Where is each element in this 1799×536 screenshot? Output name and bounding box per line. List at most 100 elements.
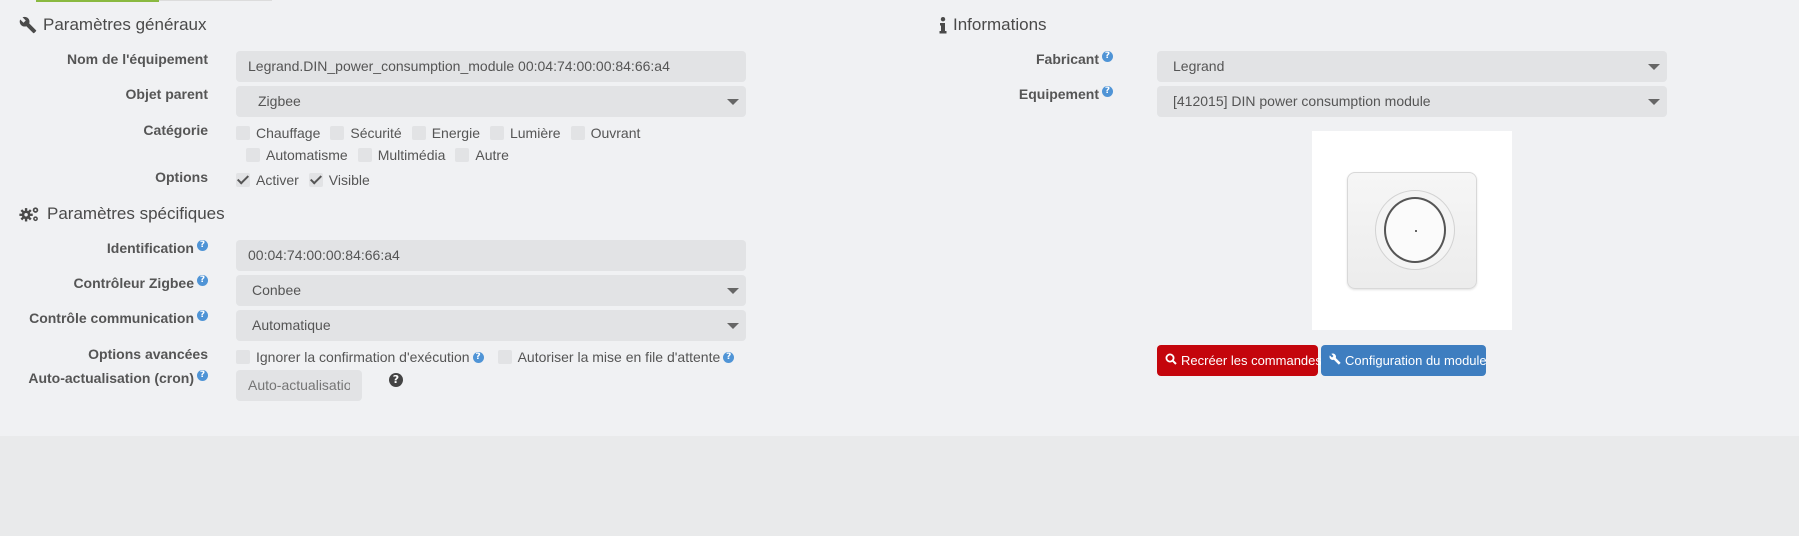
communication-control-label: Contrôle communication? [29,310,208,326]
category-checkbox-autre[interactable]: Autre [455,147,509,163]
recreate-commands-label: Recréer les commandes [1181,353,1322,368]
chevron-down-icon [1648,64,1660,70]
checkbox-box[interactable] [411,126,426,140]
checkbox-box[interactable] [455,148,470,162]
chevron-down-icon [727,323,739,329]
parent-object-select[interactable]: Zigbee [236,86,746,117]
cron-input[interactable] [236,370,362,401]
checkbox-box[interactable] [497,350,512,364]
identification-label: Identification? [107,240,208,256]
equipment-select[interactable]: [412015] DIN power consumption module [1157,86,1667,117]
checkbox-box[interactable] [570,126,585,140]
question-circle-icon[interactable]: ? [389,373,403,387]
category-row-1: Chauffage Sécurité Energie Lumière Ouvra… [236,125,650,141]
cron-label: Auto-actualisation (cron)? [28,370,208,386]
category-checkbox-multimedia[interactable]: Multimédia [357,147,445,163]
category-option-label: Energie [431,125,480,141]
question-circle-icon[interactable]: ? [1102,51,1113,63]
equipment-name-label: Nom de l'équipement [66,51,208,67]
parent-object-value: Zigbee [258,93,301,109]
question-circle-icon[interactable]: ? [1102,86,1113,98]
options-row: Activer Visible [236,172,380,188]
search-icon [1165,353,1177,368]
info-section-title: Informations [939,15,1047,35]
device-image [1312,131,1512,330]
specific-section-label: Paramètres spécifiques [47,204,225,223]
communication-control-value: Automatique [252,317,331,333]
category-checkbox-lumiere[interactable]: Lumière [489,125,561,141]
info-icon [939,16,947,34]
identification-input[interactable]: 00:04:74:00:00:84:66:a4 [236,240,746,271]
category-checkbox-chauffage[interactable]: Chauffage [236,125,320,141]
device-led [1415,230,1417,232]
question-circle-icon[interactable]: ? [197,310,208,322]
communication-control-select[interactable]: Automatique [236,310,746,341]
active-tab-indicator [36,0,159,2]
manufacturer-select[interactable]: Legrand [1157,51,1667,82]
module-config-button[interactable]: Configuration du module [1321,345,1487,376]
advanced-option-label: Ignorer la confirmation d'exécution [256,349,470,365]
question-circle-icon[interactable]: ? [197,275,208,287]
advanced-options-label: Options avancées [88,346,208,362]
device-button [1384,197,1446,263]
category-option-label: Lumière [509,125,561,141]
category-option-label: Autre [475,147,509,163]
cron-label-text: Auto-actualisation (cron) [28,370,194,386]
checkbox-box[interactable] [246,148,260,162]
checkbox-box[interactable] [489,126,504,140]
checkbox-box[interactable] [308,173,323,187]
zigbee-controller-select[interactable]: Conbee [236,275,746,306]
checkbox-box[interactable] [236,173,250,187]
chevron-down-icon [727,288,739,294]
category-option-label: Ouvrant [590,125,641,141]
equipment-label-text: Equipement [1018,86,1099,102]
zigbee-controller-label: Contrôleur Zigbee? [73,275,208,291]
general-section-title: Paramètres généraux [19,15,206,35]
gears-icon [19,205,41,223]
category-row-2: Automatisme Multimédia Autre [246,147,519,163]
wrench-icon [19,16,37,34]
general-section-label: Paramètres généraux [43,15,207,34]
options-label: Options [155,169,208,185]
option-checkbox-activer[interactable]: Activer [236,172,299,188]
question-circle-icon[interactable]: ? [197,240,208,252]
device-plate [1347,172,1477,289]
parent-object-label: Objet parent [125,86,208,102]
chevron-down-icon [727,99,739,105]
equipment-name-input[interactable]: Legrand.DIN_power_consumption_module 00:… [236,51,746,82]
manufacturer-label-text: Fabricant [1035,51,1099,67]
allow-queue-checkbox[interactable]: Autoriser la mise en file d'attente? [497,349,735,365]
equipment-label: Equipement? [1019,86,1113,102]
manufacturer-label: Fabricant? [1036,51,1113,67]
recreate-commands-button[interactable]: Recréer les commandes [1157,345,1322,376]
equipment-value: [412015] DIN power consumption module [1173,93,1431,109]
zigbee-controller-value: Conbee [252,282,302,298]
advanced-option-label: Autoriser la mise en file d'attente [517,349,721,365]
zigbee-controller-label-text: Contrôleur Zigbee [73,275,194,291]
question-circle-icon[interactable]: ? [197,370,208,382]
checkbox-box[interactable] [236,126,250,140]
category-option-label: Sécurité [350,125,402,141]
option-label: Activer [256,172,299,188]
info-section-label: Informations [953,15,1047,34]
option-label: Visible [328,172,370,188]
advanced-options-row: Ignorer la confirmation d'exécution? Aut… [236,349,744,365]
option-checkbox-visible[interactable]: Visible [308,172,370,188]
specific-section-title: Paramètres spécifiques [19,204,225,224]
module-config-label: Configuration du module [1345,353,1487,368]
wrench-icon [1329,353,1341,368]
checkbox-box[interactable] [357,148,372,162]
category-option-label: Automatisme [266,147,348,163]
category-checkbox-energie[interactable]: Energie [411,125,480,141]
question-circle-icon[interactable]: ? [472,351,484,363]
checkbox-box[interactable] [236,350,250,364]
equipment-panel: Paramètres généraux Nom de l'équipement … [0,0,1799,436]
category-checkbox-automatisme[interactable]: Automatisme [246,147,348,163]
communication-control-label-text: Contrôle communication [29,310,194,326]
checkbox-box[interactable] [330,126,345,140]
chevron-down-icon [1648,99,1660,105]
category-checkbox-securite[interactable]: Sécurité [330,125,402,141]
question-circle-icon[interactable]: ? [723,351,735,363]
ignore-confirmation-checkbox[interactable]: Ignorer la confirmation d'exécution? [236,349,484,365]
category-checkbox-ouvrant[interactable]: Ouvrant [570,125,641,141]
